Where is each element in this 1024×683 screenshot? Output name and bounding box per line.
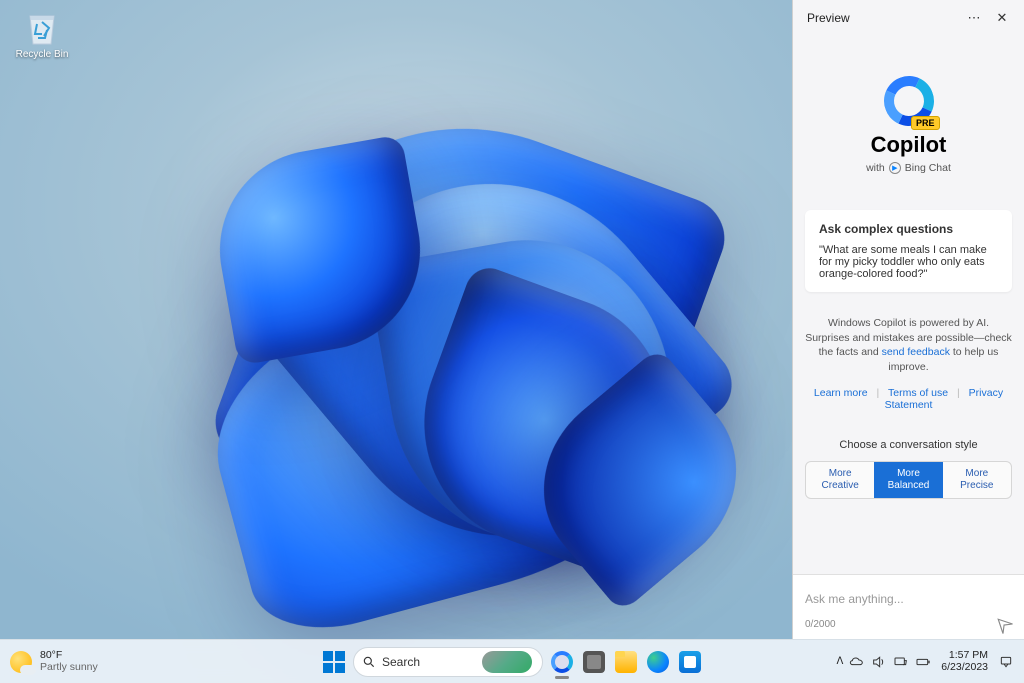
copilot-subtitle: with ▶ Bing Chat bbox=[805, 162, 1012, 174]
suggestion-card-title: Ask complex questions bbox=[819, 222, 998, 236]
volume-icon[interactable] bbox=[871, 654, 887, 670]
system-tray: ᐱ 1:57 PM 6/23/2023 bbox=[836, 650, 1024, 673]
weather-widget[interactable]: 80°F Partly sunny bbox=[0, 650, 98, 673]
taskbar-search[interactable]: Search bbox=[353, 647, 543, 677]
style-creative-button[interactable]: More Creative bbox=[806, 462, 874, 498]
search-highlight-icon bbox=[482, 651, 532, 673]
store-button[interactable] bbox=[677, 649, 703, 675]
recycle-bin-label: Recycle Bin bbox=[10, 49, 74, 60]
desktop[interactable]: Recycle Bin Preview ⋯ ✕ PRE Copilot with… bbox=[0, 0, 1024, 683]
weather-icon bbox=[10, 651, 32, 673]
close-icon[interactable]: ✕ bbox=[988, 10, 1016, 26]
wallpaper-bloom bbox=[120, 90, 770, 610]
terms-link[interactable]: Terms of use bbox=[888, 387, 948, 399]
copilot-panel: Preview ⋯ ✕ PRE Copilot with ▶ Bing Chat… bbox=[792, 0, 1024, 639]
chat-input-area: Ask me anything... 0/2000 bbox=[793, 574, 1024, 639]
bing-icon: ▶ bbox=[889, 162, 901, 174]
onedrive-icon[interactable] bbox=[849, 654, 865, 670]
chat-input[interactable]: Ask me anything... bbox=[805, 583, 1012, 615]
taskbar: 80°F Partly sunny Search ᐱ bbox=[0, 639, 1024, 683]
conversation-style-label: Choose a conversation style bbox=[805, 439, 1012, 451]
style-precise-button[interactable]: More Precise bbox=[943, 462, 1011, 498]
clock-date: 6/23/2023 bbox=[941, 662, 988, 674]
battery-icon[interactable] bbox=[915, 654, 931, 670]
taskbar-copilot-button[interactable] bbox=[549, 649, 575, 675]
file-explorer-button[interactable] bbox=[613, 649, 639, 675]
weather-temp: 80°F bbox=[40, 650, 98, 662]
disclaimer-text: Windows Copilot is powered by AI. Surpri… bbox=[805, 316, 1012, 375]
more-icon[interactable]: ⋯ bbox=[960, 10, 988, 26]
search-icon bbox=[362, 655, 376, 669]
suggestion-card[interactable]: Ask complex questions "What are some mea… bbox=[805, 210, 1012, 292]
tray-overflow-icon[interactable]: ᐱ bbox=[836, 656, 843, 667]
notifications-icon[interactable] bbox=[998, 654, 1014, 670]
send-feedback-link[interactable]: send feedback bbox=[882, 346, 950, 358]
weather-condition: Partly sunny bbox=[40, 662, 98, 674]
send-icon[interactable] bbox=[990, 611, 1015, 636]
clock-time: 1:57 PM bbox=[941, 650, 988, 662]
edge-button[interactable] bbox=[645, 649, 671, 675]
style-balanced-button[interactable]: More Balanced bbox=[874, 462, 942, 498]
copilot-header: Preview ⋯ ✕ bbox=[793, 0, 1024, 36]
start-button[interactable] bbox=[321, 649, 347, 675]
network-icon[interactable] bbox=[893, 654, 909, 670]
search-placeholder: Search bbox=[382, 655, 476, 669]
char-counter: 0/2000 bbox=[805, 619, 836, 630]
learn-more-link[interactable]: Learn more bbox=[814, 387, 868, 399]
copilot-header-title: Preview bbox=[801, 11, 960, 25]
recycle-bin-icon[interactable]: Recycle Bin bbox=[10, 8, 74, 60]
task-view-button[interactable] bbox=[581, 649, 607, 675]
suggestion-card-example: "What are some meals I can make for my p… bbox=[819, 244, 998, 280]
conversation-style-selector: More Creative More Balanced More Precise bbox=[805, 461, 1012, 499]
copilot-name: Copilot bbox=[805, 132, 1012, 158]
clock[interactable]: 1:57 PM 6/23/2023 bbox=[941, 650, 988, 673]
footer-links: Learn more | Terms of use | Privacy Stat… bbox=[805, 387, 1012, 411]
copilot-logo: PRE bbox=[884, 76, 934, 126]
